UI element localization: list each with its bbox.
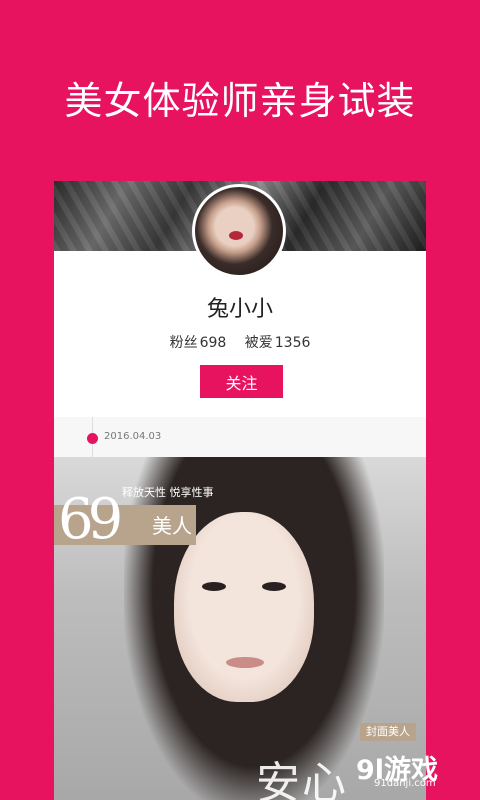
timeline-bar: 2016.04.03: [54, 417, 426, 457]
cover-large-text: 安心: [256, 758, 348, 800]
magazine-tagline: 释放天性 悦享性事: [122, 486, 214, 499]
watermark-url: 91danji.com: [374, 778, 436, 789]
avatar-detail: [229, 231, 243, 240]
likes-count: 1356: [274, 335, 311, 351]
profile-stats: 粉丝 698 被爱 1356: [54, 332, 426, 352]
magazine-number: 69: [58, 487, 123, 552]
timeline-date: 2016.04.03: [104, 431, 162, 442]
photo-eye-right: [262, 582, 286, 591]
avatar[interactable]: [192, 184, 286, 278]
photo-eye-left: [202, 582, 226, 591]
profile-nickname: 兔小小: [206, 297, 273, 322]
likes-stat[interactable]: 被爱 1356: [245, 335, 311, 351]
profile-card: 兔小小 粉丝 698 被爱 1356 关注 2016.04.03 释放天性 悦享性事…: [54, 181, 426, 800]
magazine-title: 美人: [152, 514, 192, 538]
cover-tag-badge: 封面美人: [360, 723, 416, 741]
promo-headline: 美女体验师亲身试装: [64, 79, 416, 123]
watermark-logo: 9l游戏 91danji.com: [356, 748, 468, 792]
likes-label: 被爱: [244, 335, 273, 351]
fans-stat[interactable]: 粉丝 698: [170, 335, 231, 351]
fans-label: 粉丝: [169, 335, 198, 351]
follow-button[interactable]: 关注: [200, 365, 283, 398]
timeline-dot-icon: [87, 433, 98, 444]
fans-count: 698: [199, 335, 227, 351]
photo-mouth: [226, 657, 264, 668]
